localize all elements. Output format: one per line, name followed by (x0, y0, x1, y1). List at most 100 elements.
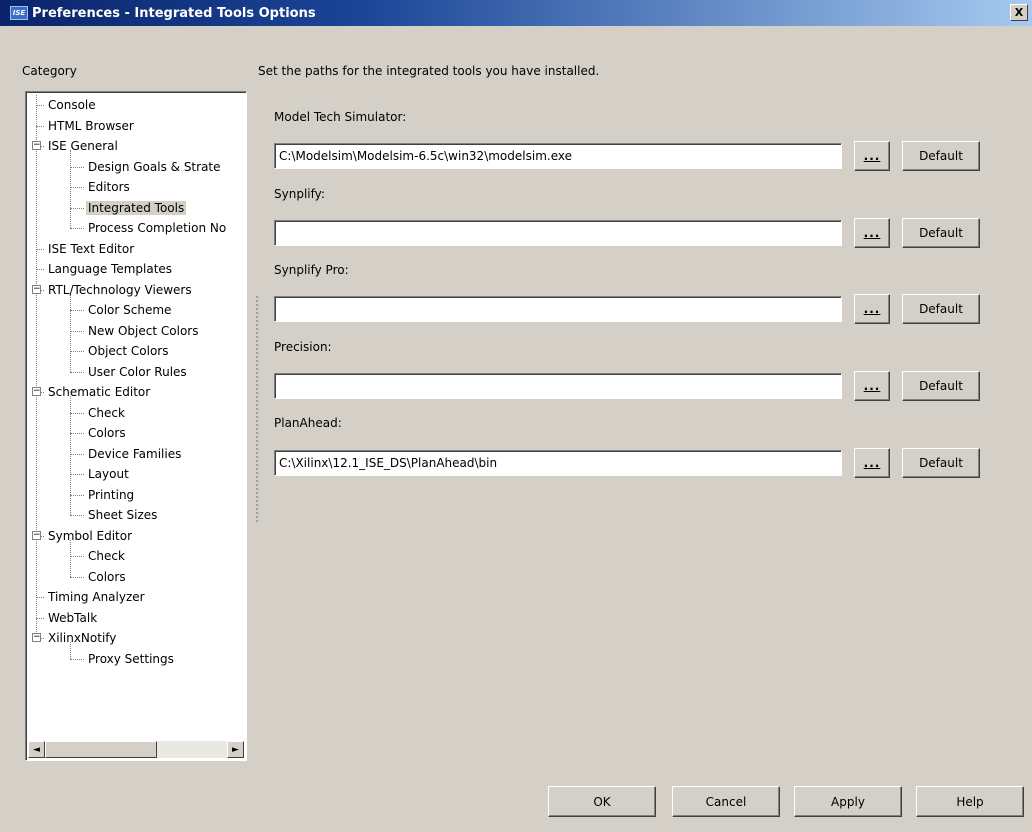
model-tech-simulator-default-button[interactable]: Default (902, 141, 980, 171)
precision-path-input[interactable] (274, 373, 842, 399)
tree-item-xilinxnotify[interactable]: XilinxNotify (46, 628, 118, 648)
tree-connector-line (70, 474, 84, 475)
tree-branch-line (70, 396, 71, 515)
planahead-label: PlanAhead: (274, 416, 342, 430)
tree-item-label: Editors (88, 180, 130, 194)
tree-item-printing[interactable]: Printing (86, 485, 136, 505)
help-button[interactable]: Help (916, 786, 1024, 817)
collapse-icon[interactable]: − (32, 141, 41, 150)
tree-item-label: WebTalk (48, 610, 98, 625)
tree-item-object-colors[interactable]: Object Colors (86, 341, 170, 361)
model-tech-simulator-path-input[interactable] (274, 143, 842, 169)
tree-item-label: RTL/Technology Viewers (48, 282, 192, 297)
synplify-path-input[interactable] (274, 220, 842, 246)
synplify-browse-button[interactable]: ... (854, 218, 890, 248)
tree-connector-line (36, 597, 44, 598)
close-button[interactable]: X (1010, 4, 1028, 21)
tree-item-user-color-rules[interactable]: User Color Rules (86, 362, 189, 382)
tree-connector-line (36, 125, 44, 127)
tree-item-console[interactable]: Console (46, 95, 98, 115)
scroll-right-button[interactable]: ► (227, 741, 244, 758)
tree-item-rtl-technology-viewers[interactable]: RTL/Technology Viewers (46, 280, 194, 300)
tree-connector-line (36, 269, 44, 270)
tree-item-label: Color Scheme (88, 303, 172, 317)
tree-item-color-scheme[interactable]: Color Scheme (86, 300, 173, 320)
tree-item-label: Proxy Settings (88, 651, 174, 666)
tree-item-integrated-tools[interactable]: Integrated Tools (86, 198, 187, 218)
tree-item-label: HTML Browser (48, 118, 134, 133)
tree-horizontal-scrollbar[interactable]: ◄ ► (28, 741, 244, 758)
tree-branch-line (70, 150, 71, 228)
tree-item-ise-general[interactable]: ISE General (46, 136, 120, 156)
scroll-left-button[interactable]: ◄ (28, 741, 45, 758)
tree-connector-line (70, 658, 84, 660)
collapse-icon[interactable]: − (32, 633, 41, 642)
tree-item-colors[interactable]: Colors (86, 423, 128, 443)
title-bar[interactable]: ISE Preferences - Integrated Tools Optio… (0, 0, 1032, 26)
cancel-button[interactable]: Cancel (672, 786, 780, 817)
browse-label: ... (863, 302, 881, 316)
tree-item-check[interactable]: Check (86, 403, 127, 423)
tree-item-label: ISE Text Editor (48, 241, 135, 256)
tree-connector-line (70, 371, 84, 373)
tree-item-label: Process Completion No (88, 221, 227, 235)
precision-browse-button[interactable]: ... (854, 371, 890, 401)
tree-connector-line (70, 187, 84, 188)
tree-item-editors[interactable]: Editors (86, 177, 132, 197)
tree-item-check[interactable]: Check (86, 546, 127, 566)
ise-app-icon: ISE (10, 6, 28, 20)
tree-connector-line (70, 576, 84, 578)
pane-splitter[interactable] (256, 296, 258, 522)
tree-connector-line (70, 310, 84, 311)
tree-item-colors[interactable]: Colors (86, 567, 128, 587)
collapse-icon[interactable]: − (32, 530, 41, 540)
tree-connector-line (70, 515, 84, 516)
tree-item-sheet-sizes[interactable]: Sheet Sizes (86, 505, 159, 525)
tree-item-symbol-editor[interactable]: Symbol Editor (46, 526, 134, 546)
collapse-icon[interactable]: − (32, 284, 41, 294)
tree-item-design-goals-strate[interactable]: Design Goals & Strate (86, 157, 223, 177)
tree-item-device-families[interactable]: Device Families (86, 444, 183, 464)
tree-item-webtalk[interactable]: WebTalk (46, 608, 99, 628)
tree-item-label: Colors (88, 569, 126, 584)
tree-item-ise-text-editor[interactable]: ISE Text Editor (46, 239, 136, 259)
tree-item-schematic-editor[interactable]: Schematic Editor (46, 382, 152, 402)
tree-item-label: Check (88, 549, 125, 563)
tree-item-layout[interactable]: Layout (86, 464, 131, 484)
planahead-browse-button[interactable]: ... (854, 448, 890, 478)
tree-connector-line (70, 453, 84, 455)
planahead-default-button[interactable]: Default (902, 448, 980, 478)
synplify-pro-browse-button[interactable]: ... (854, 294, 890, 324)
model-tech-simulator-label: Model Tech Simulator: (274, 110, 407, 124)
tree-item-label: Colors (88, 426, 126, 440)
tree-connector-line (70, 330, 84, 332)
browse-label: ... (863, 149, 881, 163)
tree-connector-line (36, 105, 44, 106)
tree-item-label: Schematic Editor (48, 385, 151, 399)
scroll-thumb[interactable] (45, 741, 157, 758)
tree-item-new-object-colors[interactable]: New Object Colors (86, 321, 200, 341)
ok-button[interactable]: OK (548, 786, 656, 817)
tree-item-label: User Color Rules (88, 364, 187, 379)
tree-item-language-templates[interactable]: Language Templates (46, 259, 174, 279)
tree-item-html-browser[interactable]: HTML Browser (46, 116, 136, 136)
tree-item-proxy-settings[interactable]: Proxy Settings (86, 649, 176, 669)
tree-item-timing-analyzer[interactable]: Timing Analyzer (46, 587, 147, 607)
synplify-pro-path-input[interactable] (274, 296, 842, 322)
tree-item-label: Sheet Sizes (88, 508, 158, 522)
model-tech-simulator-browse-button[interactable]: ... (854, 141, 890, 171)
tree-connector-line (70, 207, 84, 209)
precision-default-button[interactable]: Default (902, 371, 980, 401)
collapse-icon[interactable]: − (32, 387, 41, 396)
tree-item-label: Integrated Tools (86, 200, 187, 215)
synplify-default-button[interactable]: Default (902, 218, 980, 248)
tree-item-process-completion-no[interactable]: Process Completion No (86, 218, 228, 238)
planahead-path-input[interactable] (274, 450, 842, 476)
apply-button[interactable]: Apply (794, 786, 902, 817)
category-label: Category (22, 64, 77, 78)
tree-connector-line (70, 351, 84, 352)
category-tree[interactable]: Console HTML Browser − ISE General Design Go… (25, 91, 247, 761)
synplify-pro-default-button[interactable]: Default (902, 294, 980, 324)
window-title: Preferences - Integrated Tools Options (32, 5, 316, 21)
tree-connector-line (36, 248, 44, 250)
